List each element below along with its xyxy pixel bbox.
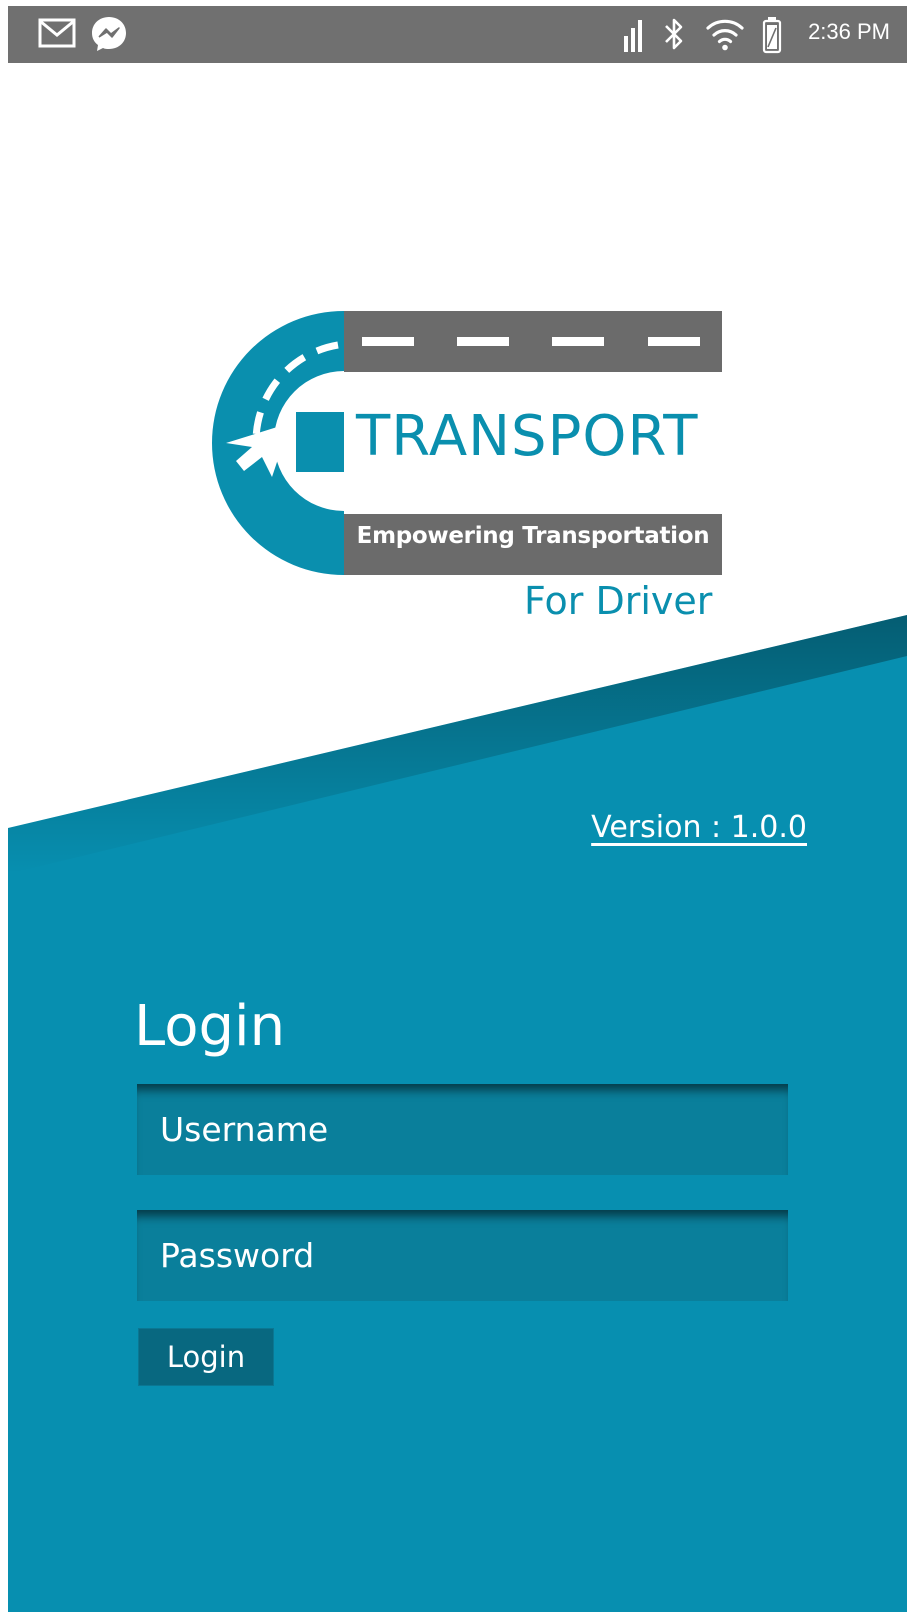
app-subtitle: For Driver <box>524 579 713 623</box>
login-heading: Login <box>134 994 286 1059</box>
app-screen: 2:36 PM TRANSPORT Empowering Transportat… <box>8 6 907 1612</box>
version-link[interactable]: Version : 1.0.0 <box>591 810 807 845</box>
password-input[interactable] <box>137 1210 788 1301</box>
logo-wordmark: TRANSPORT <box>356 404 699 469</box>
transport-logo: TRANSPORT Empowering Transportation <box>212 311 722 575</box>
logo-tagline: Empowering Transportation <box>356 523 710 549</box>
login-button[interactable]: Login <box>138 1328 274 1386</box>
username-input[interactable] <box>137 1084 788 1175</box>
